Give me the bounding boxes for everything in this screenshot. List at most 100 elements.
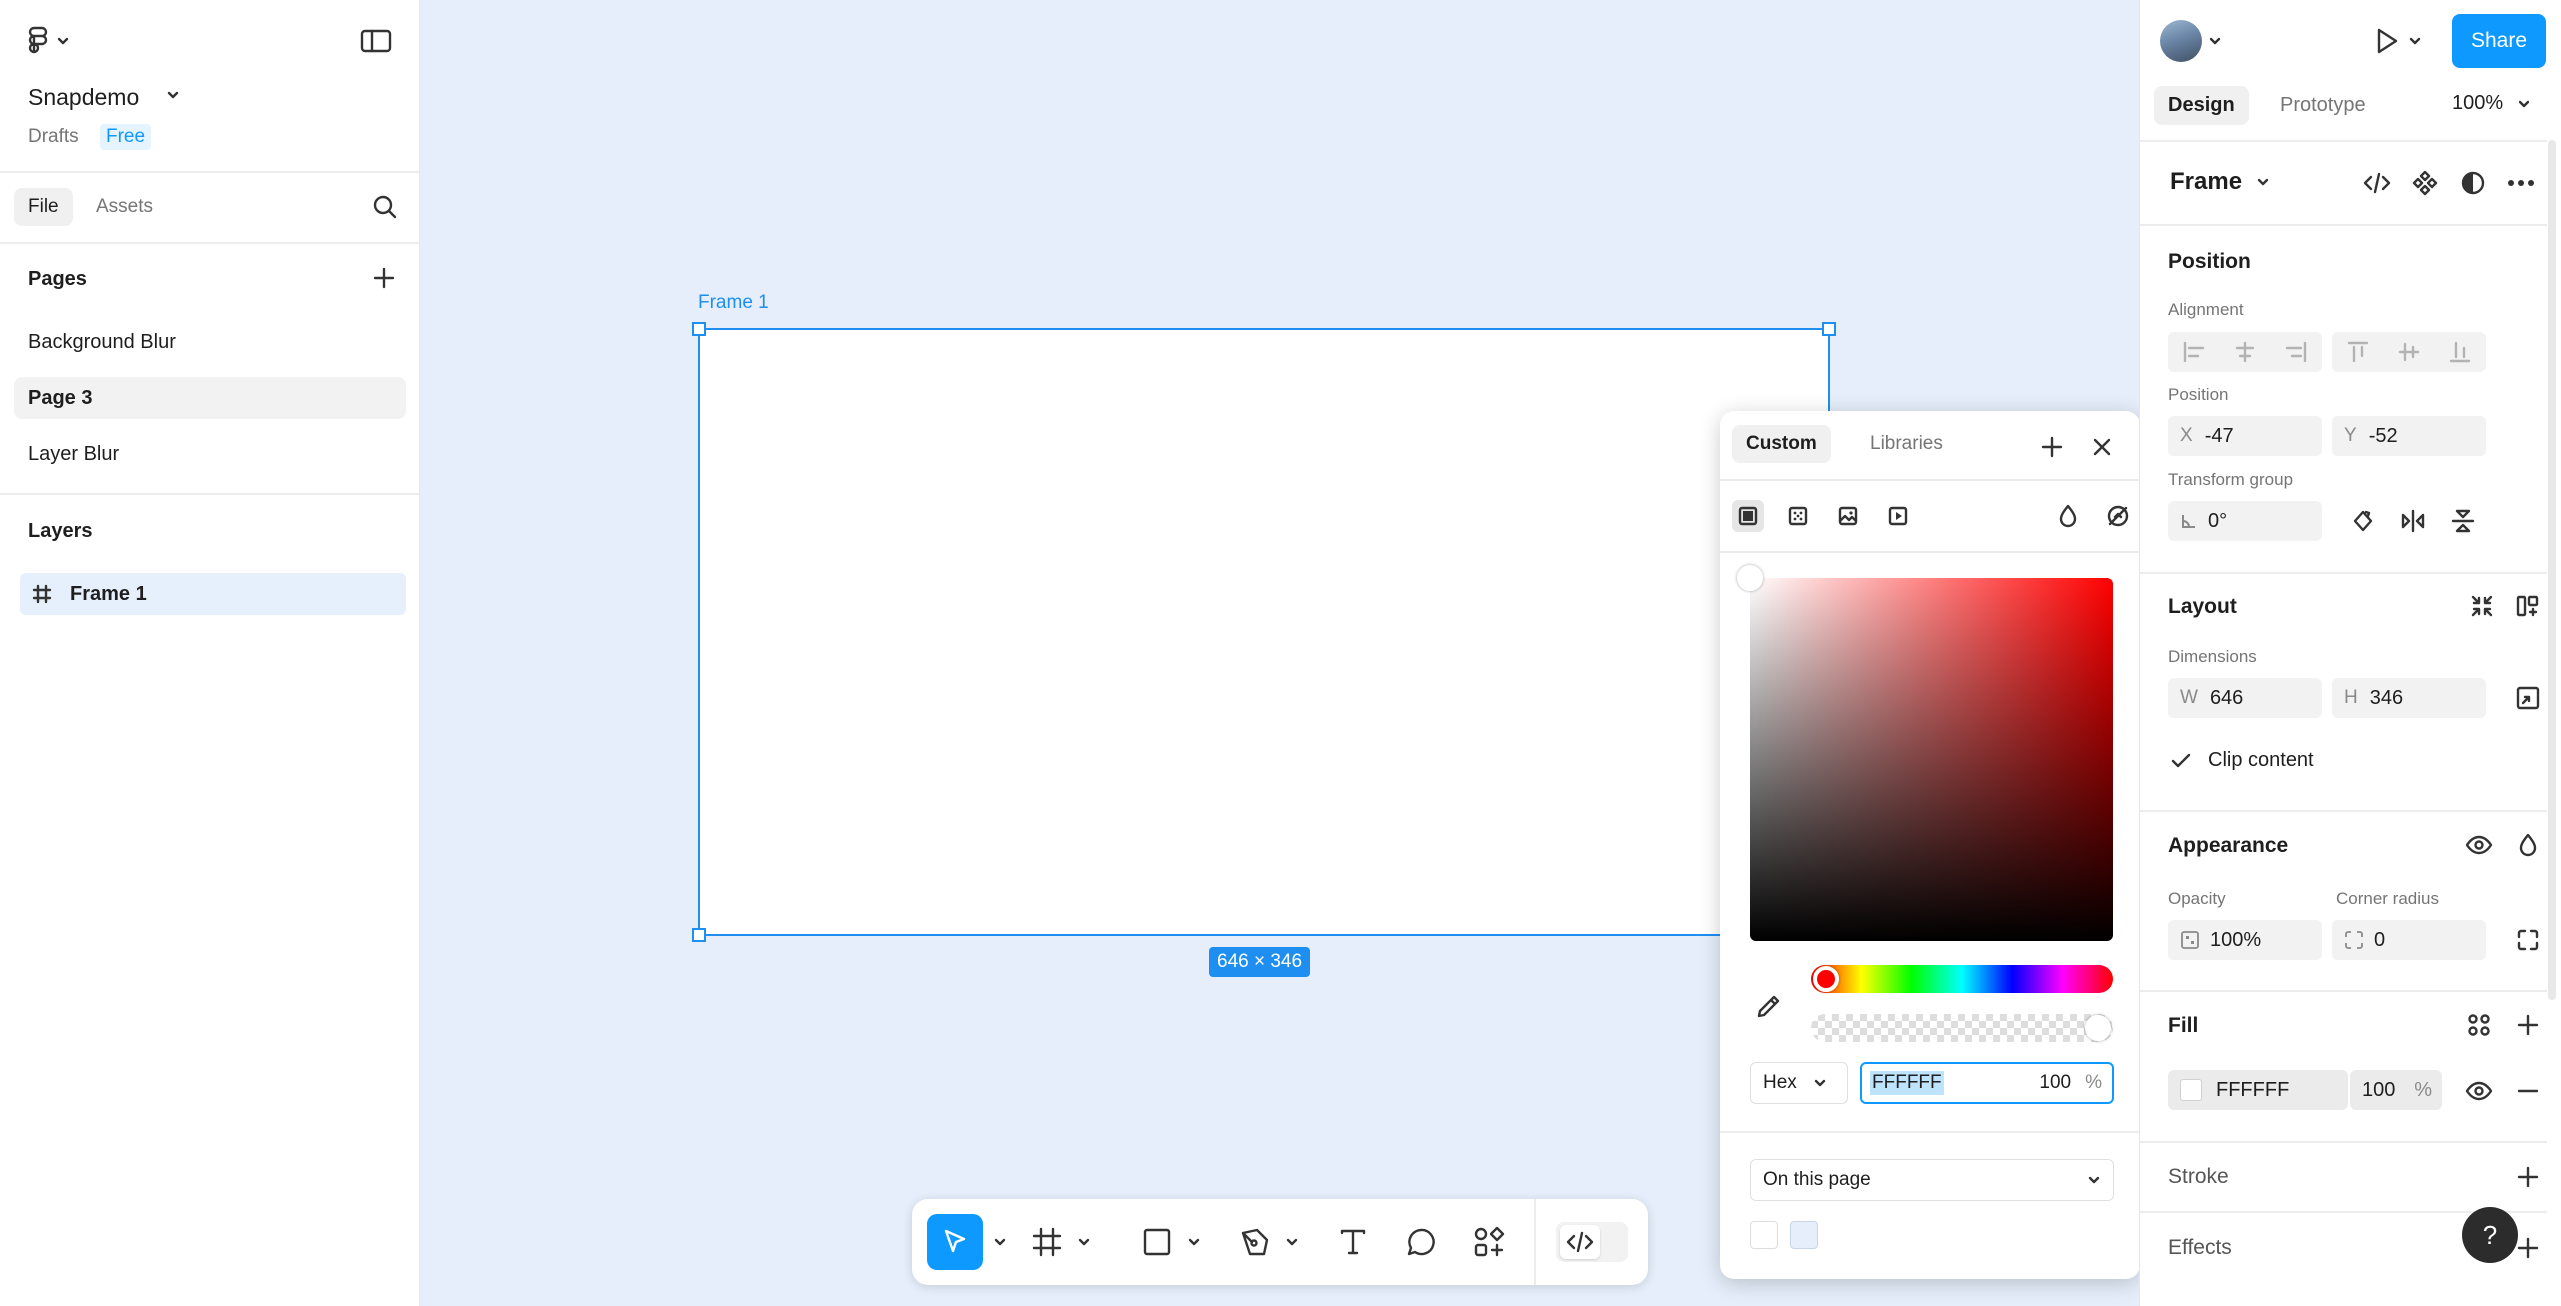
corner-radius-input[interactable]: 0	[2332, 920, 2486, 960]
height-input[interactable]: H 346	[2332, 678, 2486, 718]
x-input[interactable]: X -47	[2168, 416, 2322, 456]
flip-vertical-icon[interactable]	[2446, 504, 2480, 538]
selection-type[interactable]: Frame	[2170, 168, 2270, 196]
align-right-icon[interactable]	[2284, 341, 2308, 363]
align-top-icon[interactable]	[2347, 340, 2369, 364]
comment-tool[interactable]	[1398, 1199, 1444, 1285]
resize-handle-bottom-left[interactable]	[692, 928, 706, 942]
tab-prototype[interactable]: Prototype	[2266, 86, 2380, 125]
rotate-90-icon[interactable]	[2346, 504, 2380, 538]
fill-swatch[interactable]	[2180, 1079, 2202, 1101]
more-options-icon[interactable]	[2504, 166, 2538, 200]
frame-tool[interactable]	[1024, 1199, 1070, 1285]
share-button[interactable]: Share	[2452, 14, 2546, 68]
tab-custom[interactable]: Custom	[1732, 425, 1831, 463]
move-tool-chevron-icon[interactable]	[988, 1199, 1012, 1285]
eyedropper-icon[interactable]	[1750, 989, 1786, 1025]
tab-file[interactable]: File	[14, 188, 73, 226]
pen-tool-chevron-icon[interactable]	[1280, 1199, 1304, 1285]
blend-mode-icon[interactable]	[2512, 828, 2544, 862]
align-bottom-icon[interactable]	[2449, 340, 2471, 364]
tab-design[interactable]: Design	[2154, 86, 2249, 125]
collapse-layout-icon[interactable]	[2466, 590, 2498, 622]
hex-input[interactable]: FFFFFF	[1870, 1071, 1944, 1095]
opacity-handle[interactable]	[2085, 1015, 2111, 1041]
rectangle-tool[interactable]	[1134, 1199, 1180, 1285]
search-icon[interactable]	[372, 194, 398, 220]
swatch-scope-select[interactable]: On this page	[1750, 1159, 2114, 1201]
frame-label[interactable]: Frame 1	[698, 292, 769, 314]
color-format-select[interactable]: Hex	[1750, 1062, 1848, 1104]
tab-libraries[interactable]: Libraries	[1856, 425, 1957, 463]
style-grid-icon[interactable]	[2462, 1008, 2496, 1042]
remove-fill-icon[interactable]	[2512, 1074, 2544, 1108]
frame-tool-chevron-icon[interactable]	[1072, 1199, 1096, 1285]
present-play-icon[interactable]	[2370, 24, 2404, 58]
file-name[interactable]: Snapdemo	[28, 84, 139, 111]
page-item-background-blur[interactable]: Background Blur	[14, 321, 406, 363]
saturation-field[interactable]	[1750, 578, 2113, 941]
panel-scrollbar[interactable]	[2548, 140, 2556, 1000]
align-vertical-center-icon[interactable]	[2398, 340, 2420, 364]
fill-visibility-eye-icon[interactable]	[2462, 1074, 2496, 1108]
align-left-icon[interactable]	[2182, 341, 2206, 363]
rectangle-tool-chevron-icon[interactable]	[1182, 1199, 1206, 1285]
image-fill-icon[interactable]	[1832, 500, 1864, 532]
help-button[interactable]: ?	[2462, 1207, 2518, 1263]
code-icon[interactable]	[2360, 166, 2394, 200]
move-tool[interactable]	[926, 1199, 984, 1285]
rotation-input[interactable]: 0°	[2168, 501, 2322, 541]
swatch-white[interactable]	[1750, 1221, 1778, 1249]
avatar[interactable]	[2160, 20, 2202, 62]
file-name-chevron-icon[interactable]	[166, 90, 180, 100]
main-menu-button[interactable]	[26, 24, 82, 58]
pen-tool[interactable]	[1232, 1199, 1278, 1285]
mask-icon[interactable]	[2456, 166, 2490, 200]
frame-1[interactable]	[692, 322, 1836, 942]
add-page-icon[interactable]	[372, 266, 396, 290]
add-fill-icon[interactable]	[2512, 1008, 2544, 1042]
blend-mode-icon[interactable]	[2052, 500, 2084, 532]
page-item-page-3[interactable]: Page 3	[14, 377, 406, 419]
close-icon[interactable]	[2088, 433, 2116, 461]
auto-layout-icon[interactable]	[2512, 590, 2544, 622]
video-fill-icon[interactable]	[1882, 500, 1914, 532]
add-stroke-icon[interactable]	[2512, 1160, 2544, 1194]
solid-fill-icon[interactable]	[1732, 500, 1764, 532]
saturation-handle[interactable]	[1737, 565, 1763, 591]
present-chevron-icon[interactable]	[2408, 36, 2422, 46]
fill-opacity-input[interactable]: 100 %	[2350, 1070, 2442, 1110]
resize-handle-top-right[interactable]	[1822, 322, 1836, 336]
add-style-icon[interactable]	[2038, 433, 2066, 461]
avatar-chevron-icon[interactable]	[2208, 36, 2222, 46]
gradient-fill-icon[interactable]	[1782, 500, 1814, 532]
y-input[interactable]: Y -52	[2332, 416, 2486, 456]
layer-row-frame-1[interactable]: Frame 1	[20, 573, 406, 615]
dev-mode-toggle[interactable]	[1552, 1199, 1632, 1285]
text-tool[interactable]	[1330, 1199, 1376, 1285]
clip-content-label[interactable]: Clip content	[2208, 749, 2314, 772]
swatch-light-blue[interactable]	[1790, 1221, 1818, 1249]
clip-content-checkbox[interactable]	[2168, 748, 2194, 774]
visibility-eye-icon[interactable]	[2462, 828, 2496, 862]
resize-to-fit-icon[interactable]	[2512, 682, 2544, 714]
hide-fill-icon[interactable]	[2102, 500, 2134, 532]
picker-opacity-input[interactable]: 100	[2039, 1072, 2071, 1094]
tab-assets[interactable]: Assets	[82, 188, 167, 226]
width-input[interactable]: W 646	[2168, 678, 2322, 718]
hue-slider[interactable]	[1811, 965, 2113, 993]
page-item-layer-blur[interactable]: Layer Blur	[14, 433, 406, 475]
independent-corners-icon[interactable]	[2512, 924, 2544, 956]
fill-color-input[interactable]: FFFFFF	[2168, 1070, 2348, 1110]
hue-handle[interactable]	[1813, 966, 1839, 992]
opacity-slider[interactable]	[1811, 1014, 2113, 1042]
align-horizontal-center-icon[interactable]	[2233, 341, 2257, 363]
zoom-level[interactable]: 100%	[2452, 92, 2531, 115]
component-icon[interactable]	[2408, 166, 2442, 200]
toggle-sidebar-icon[interactable]	[360, 28, 392, 54]
drafts-link[interactable]: Drafts	[28, 126, 79, 148]
opacity-input[interactable]: 100%	[2168, 920, 2322, 960]
flip-horizontal-icon[interactable]	[2396, 504, 2430, 538]
actions-tool[interactable]	[1466, 1199, 1512, 1285]
resize-handle-top-left[interactable]	[692, 322, 706, 336]
